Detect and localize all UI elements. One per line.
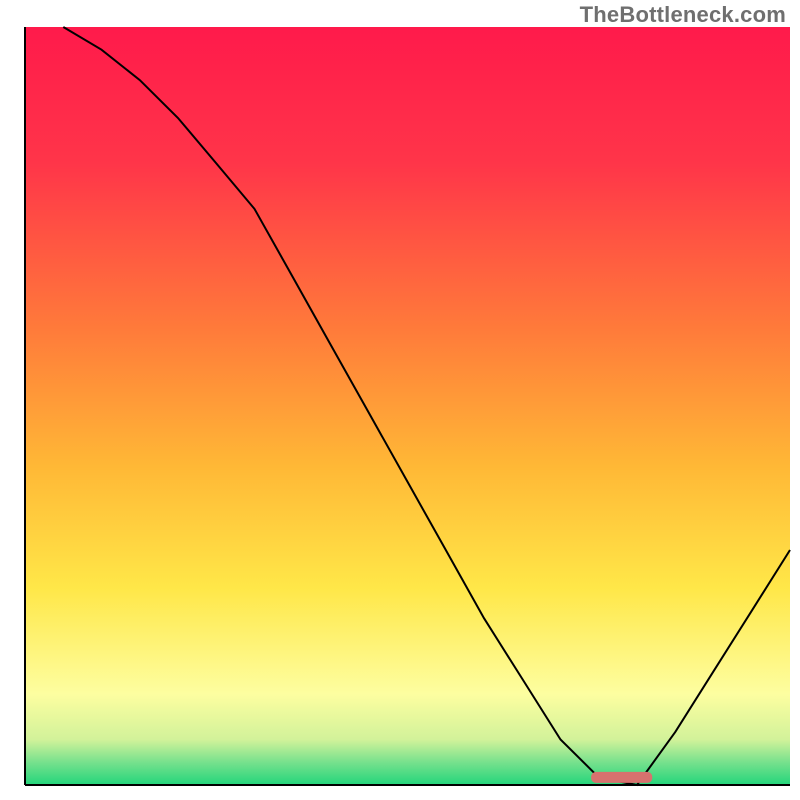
chart-svg bbox=[0, 0, 800, 800]
bottleneck-chart: TheBottleneck.com bbox=[0, 0, 800, 800]
watermark-text: TheBottleneck.com bbox=[580, 2, 786, 28]
optimal-marker bbox=[591, 772, 652, 783]
gradient-background bbox=[25, 27, 790, 785]
